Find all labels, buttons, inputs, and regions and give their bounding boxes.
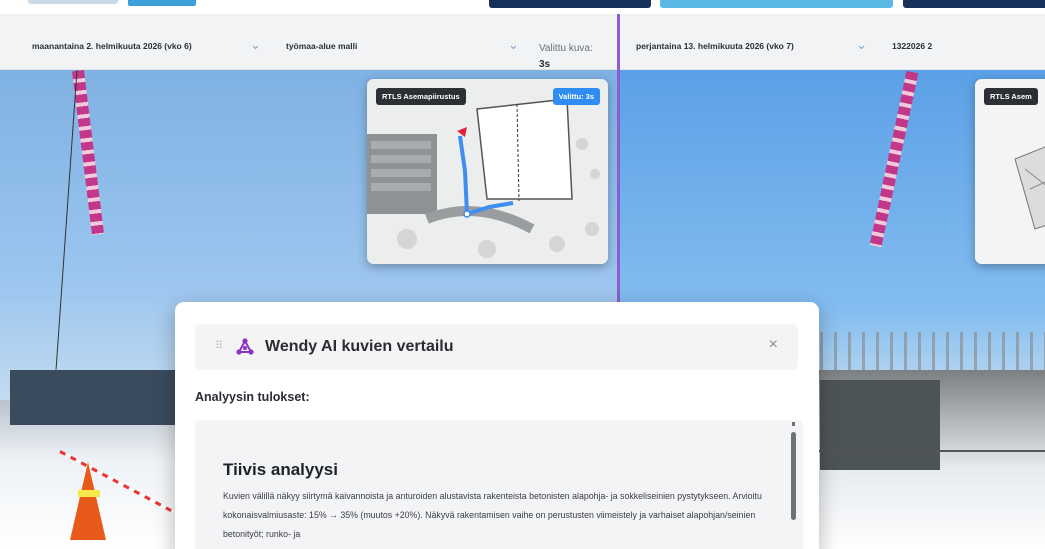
scrollbar-thumb[interactable]	[791, 432, 796, 520]
close-icon[interactable]: ×	[769, 336, 778, 354]
drag-handle-icon[interactable]: ⠿	[215, 339, 223, 352]
dialog-header[interactable]: ⠿ Wendy AI kuvien vertailu ×	[195, 324, 798, 370]
nav-button-tertiary[interactable]	[903, 0, 1045, 8]
crane-cable	[55, 70, 78, 370]
selected-image-label: Valittu kuva:	[539, 43, 593, 54]
chevron-down-icon[interactable]: ⌄	[508, 37, 519, 53]
map-title-badge: RTLS Asemapiirustus	[376, 88, 466, 105]
selected-image-value: 3s	[539, 59, 551, 70]
selector-bar: maanantaina 2. helmikuuta 2026 (vko 6) ⌄…	[0, 14, 1045, 70]
comparison-app: maanantaina 2. helmikuuta 2026 (vko 6) ⌄…	[0, 0, 1045, 549]
crane-boom	[869, 70, 919, 248]
rtls-map-right[interactable]: RTLS Asem	[975, 79, 1045, 264]
brand-badge	[128, 0, 196, 6]
rtls-map-left[interactable]: RTLS Asemapiirustus Valittu: 3s	[367, 79, 608, 264]
right-date-select[interactable]: perjantaina 13. helmikuuta 2026 (vko 7)	[636, 41, 794, 51]
analysis-heading: Tiivis analyysi	[223, 460, 338, 479]
concrete-structure	[820, 380, 940, 470]
analysis-text: Kuvien välillä näkyy siirtymä kaivannois…	[223, 491, 762, 539]
nav-button-primary[interactable]	[489, 0, 651, 8]
cone-reflective-band	[78, 490, 100, 497]
left-model-select[interactable]: työmaa-alue malli	[286, 41, 357, 51]
site-plan-drawing	[367, 79, 608, 264]
results-label: Analyysin tulokset:	[195, 390, 310, 404]
wendy-ai-comparison-dialog: ⠿ Wendy AI kuvien vertailu × Analyysin t…	[175, 302, 819, 549]
ai-network-icon	[236, 338, 254, 355]
map-title-badge: RTLS Asem	[984, 88, 1038, 105]
top-navigation	[0, 0, 1045, 14]
scrollbar-arrow[interactable]	[792, 422, 795, 426]
analysis-results-panel[interactable]: Tiivis analyysi Kuvien välillä näkyy sii…	[195, 420, 803, 549]
nav-button-secondary[interactable]	[660, 0, 893, 8]
foundation-wall	[10, 370, 180, 425]
crane-boom	[71, 70, 105, 236]
left-date-select[interactable]: maanantaina 2. helmikuuta 2026 (vko 6)	[32, 41, 192, 51]
dialog-title: Wendy AI kuvien vertailu	[265, 338, 454, 355]
traffic-cone	[70, 462, 106, 540]
site-plan-drawing	[975, 79, 1045, 264]
app-logo	[28, 0, 118, 4]
right-model-select[interactable]: 1322026 2	[892, 41, 932, 51]
chevron-down-icon[interactable]: ⌄	[250, 37, 261, 53]
chevron-down-icon[interactable]: ⌄	[856, 37, 867, 53]
tree-line	[820, 332, 1045, 372]
selected-frame-badge: Valittu: 3s	[552, 88, 600, 105]
